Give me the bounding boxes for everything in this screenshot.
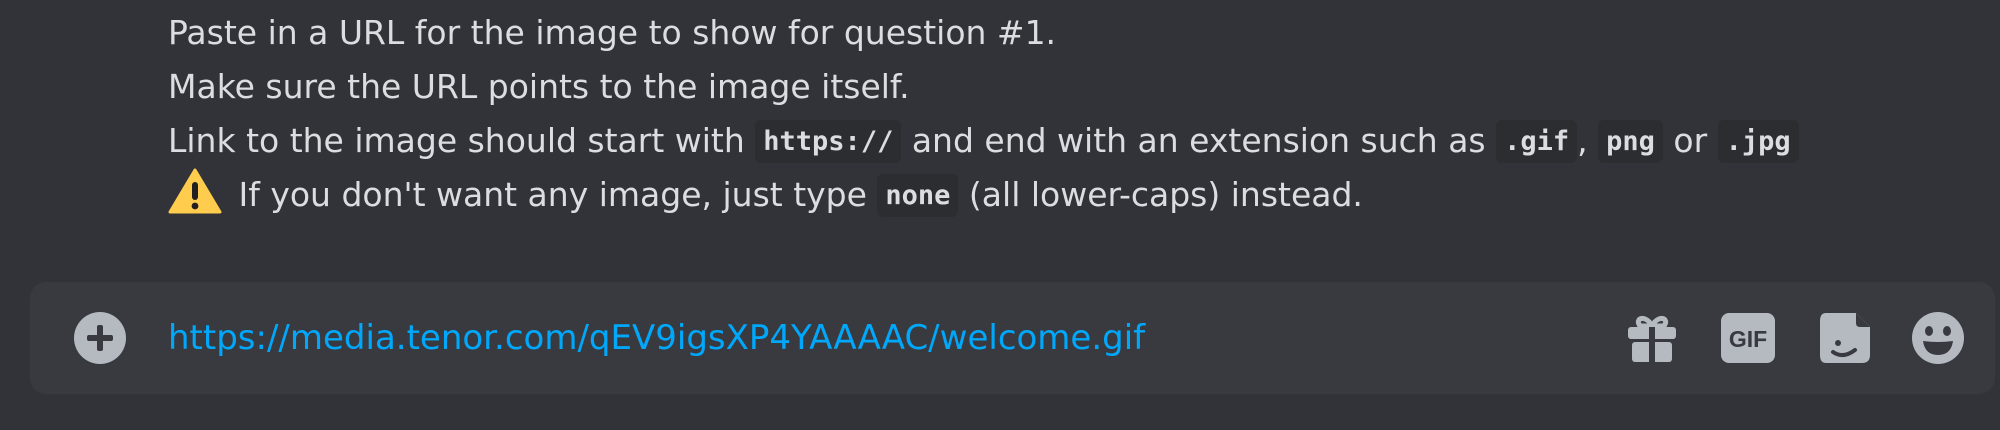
plus-circle-icon[interactable] — [74, 312, 126, 364]
bot-message: Paste in a URL for the image to show for… — [168, 0, 1928, 222]
sticker-button[interactable] — [1817, 310, 1873, 366]
message-text: If you don't want any image, just type — [228, 175, 878, 214]
inline-code-https: https:// — [755, 120, 902, 163]
message-composer: https://media.tenor.com/qEV9igsXP4YAAAAC… — [30, 282, 1995, 394]
inline-code-jpg: .jpg — [1717, 120, 1799, 163]
message-line-1: Paste in a URL for the image to show for… — [168, 6, 1928, 60]
inline-code-png: png — [1598, 120, 1663, 163]
inline-code-none: none — [877, 174, 959, 217]
message-text: Paste in a URL for the image to show for… — [168, 13, 1057, 52]
message-input[interactable]: https://media.tenor.com/qEV9igsXP4YAAAAC… — [168, 282, 1145, 394]
emoji-button[interactable] — [1910, 310, 1966, 366]
warning-icon — [168, 168, 222, 214]
message-text: Make sure the URL points to the image it… — [168, 67, 910, 106]
gift-button[interactable] — [1624, 310, 1680, 366]
gif-icon: GIF — [1721, 313, 1775, 363]
message-line-4: If you don't want any image, just type n… — [168, 168, 1928, 222]
message-text: (all lower-caps) instead. — [958, 175, 1363, 214]
message-text: Link to the image should start with — [168, 121, 756, 160]
sticker-icon — [1820, 313, 1870, 363]
gift-icon — [1628, 316, 1676, 362]
message-line-2: Make sure the URL points to the image it… — [168, 60, 1928, 114]
message-text: or — [1662, 121, 1718, 160]
inline-code-gif: .gif — [1496, 120, 1578, 163]
message-text: and end with an extension such as — [901, 121, 1497, 160]
gif-label: GIF — [1729, 326, 1767, 352]
emoji-icon — [1912, 312, 1964, 364]
gif-button[interactable]: GIF — [1720, 310, 1776, 366]
message-line-3: Link to the image should start with http… — [168, 114, 1928, 168]
message-text: , — [1577, 121, 1599, 160]
chat-page: Paste in a URL for the image to show for… — [0, 0, 2000, 430]
